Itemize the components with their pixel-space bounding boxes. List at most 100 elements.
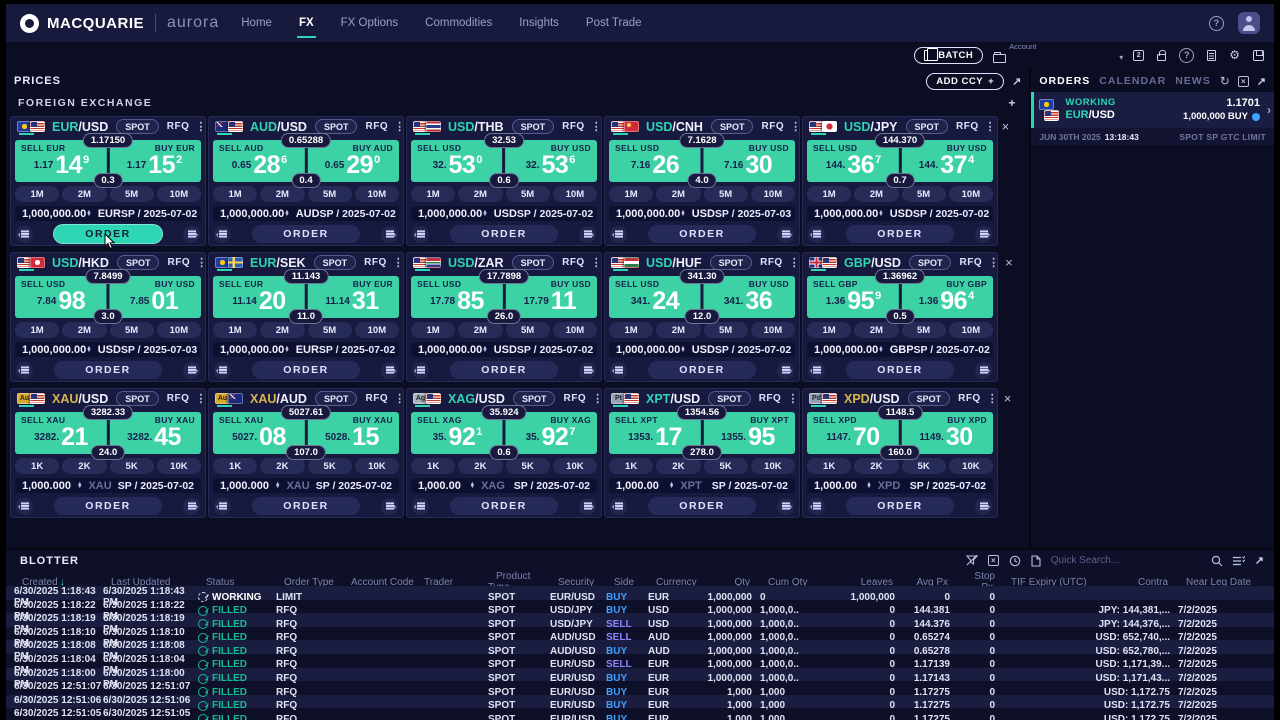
- tenor-button[interactable]: 10M: [355, 322, 399, 338]
- tenor-button[interactable]: 5K: [110, 458, 154, 474]
- kebab-menu-icon[interactable]: ⋮: [392, 392, 407, 405]
- settlement-date[interactable]: SP / 2025-07-02: [118, 480, 194, 492]
- tenor-button[interactable]: 1K: [213, 458, 257, 474]
- tenor-button[interactable]: 2K: [62, 458, 106, 474]
- add-ccy-button[interactable]: ADD CCY +: [926, 73, 1004, 90]
- rfq-button[interactable]: RFQ: [761, 121, 784, 132]
- order-button[interactable]: ORDER: [648, 361, 756, 379]
- tenor-button[interactable]: 2M: [62, 186, 106, 202]
- tenor-button[interactable]: 5M: [902, 322, 946, 338]
- tab-spot[interactable]: SPOT: [116, 119, 159, 134]
- user-avatar[interactable]: [1238, 12, 1260, 34]
- tenor-button[interactable]: 5M: [110, 322, 154, 338]
- tenor-button[interactable]: 5M: [110, 186, 154, 202]
- close-icon[interactable]: ×: [1004, 392, 1012, 405]
- add-tile-icon[interactable]: +: [1008, 96, 1015, 110]
- ccy-selector[interactable]: XPD: [878, 480, 901, 492]
- rfq-button[interactable]: RFQ: [759, 393, 782, 404]
- amount-stepper[interactable]: ▲▼: [284, 211, 289, 217]
- rfq-button[interactable]: RFQ: [167, 121, 190, 132]
- batch-button[interactable]: BATCH: [914, 47, 983, 64]
- orders-panel-tab[interactable]: ORDERS: [1039, 75, 1090, 87]
- tenor-button[interactable]: 10M: [553, 322, 597, 338]
- kebab-menu-icon[interactable]: ⋮: [788, 120, 803, 133]
- amount-input[interactable]: 1,000,000.00: [418, 208, 482, 220]
- search-icon[interactable]: [1211, 555, 1223, 567]
- amount-input[interactable]: 1,000,000.00: [22, 344, 86, 356]
- gear-icon[interactable]: ⚙: [1229, 49, 1240, 61]
- deposit-rates-icon[interactable]: ‹: [214, 362, 231, 379]
- kebab-menu-icon[interactable]: ⋮: [590, 392, 605, 405]
- amount-input[interactable]: 1,000.00: [418, 480, 461, 492]
- ccy-selector[interactable]: XPT: [680, 480, 701, 492]
- tenor-button[interactable]: 2K: [458, 458, 502, 474]
- tenor-button[interactable]: 10M: [157, 186, 201, 202]
- tenor-button[interactable]: 10K: [949, 458, 993, 474]
- amount-input[interactable]: 1,000.000: [22, 480, 71, 492]
- deposit-rates-icon[interactable]: ‹: [808, 226, 825, 243]
- tenor-button[interactable]: 2M: [854, 322, 898, 338]
- order-depth-icon[interactable]: ›: [381, 362, 398, 379]
- order-button[interactable]: ORDER: [252, 361, 360, 379]
- amount-stepper[interactable]: ▲▼: [669, 483, 674, 489]
- nav-item[interactable]: Home: [241, 4, 272, 42]
- order-depth-icon[interactable]: ›: [381, 498, 398, 515]
- expand-icon[interactable]: ↗: [1255, 554, 1264, 567]
- amount-input[interactable]: 1,000.00: [814, 480, 857, 492]
- amount-stepper[interactable]: ▲▼: [680, 211, 685, 217]
- order-depth-icon[interactable]: ›: [579, 362, 596, 379]
- tenor-button[interactable]: 10M: [949, 322, 993, 338]
- settlement-date[interactable]: SP / 2025-07-02: [514, 480, 590, 492]
- tab-spot[interactable]: SPOT: [906, 119, 949, 134]
- amount-stepper[interactable]: ▲▼: [77, 483, 82, 489]
- ccy-selector[interactable]: USD: [890, 208, 913, 220]
- tenor-button[interactable]: 2K: [854, 458, 898, 474]
- rfq-button[interactable]: RFQ: [365, 121, 388, 132]
- tab-spot[interactable]: SPOT: [513, 391, 556, 406]
- amount-input[interactable]: 1,000,000.00: [22, 208, 86, 220]
- tenor-button[interactable]: 5M: [308, 322, 352, 338]
- settlement-date[interactable]: SP / 2025-07-02: [517, 344, 593, 356]
- ccy-selector[interactable]: EUR: [296, 344, 319, 356]
- order-depth-icon[interactable]: ›: [777, 498, 794, 515]
- tenor-button[interactable]: 1M: [213, 186, 257, 202]
- quick-search-input[interactable]: [1051, 555, 1201, 566]
- kebab-menu-icon[interactable]: ⋮: [589, 120, 604, 133]
- kebab-menu-icon[interactable]: ⋮: [785, 392, 800, 405]
- filter-clear-icon[interactable]: [966, 555, 978, 566]
- amount-input[interactable]: 1,000,000.00: [418, 344, 482, 356]
- tenor-button[interactable]: 1M: [213, 322, 257, 338]
- order-depth-icon[interactable]: ›: [975, 226, 992, 243]
- tenor-button[interactable]: 5M: [308, 186, 352, 202]
- kebab-menu-icon[interactable]: ⋮: [193, 392, 208, 405]
- order-button[interactable]: ORDER: [54, 225, 162, 243]
- tenor-button[interactable]: 10K: [355, 458, 399, 474]
- amount-stepper[interactable]: ▲▼: [86, 211, 91, 217]
- tenor-button[interactable]: 2K: [260, 458, 304, 474]
- rfq-button[interactable]: RFQ: [760, 257, 783, 268]
- kebab-menu-icon[interactable]: ⋮: [985, 392, 1000, 405]
- order-button[interactable]: ORDER: [648, 225, 756, 243]
- tenor-button[interactable]: 10M: [751, 322, 795, 338]
- nav-item[interactable]: Insights: [519, 4, 559, 42]
- save-layout-icon[interactable]: [1253, 50, 1264, 61]
- tenor-button[interactable]: 5M: [506, 322, 550, 338]
- tenor-button[interactable]: 10M: [157, 322, 201, 338]
- deposit-rates-icon[interactable]: ‹: [808, 362, 825, 379]
- column-settings-icon[interactable]: [1233, 556, 1245, 566]
- deposit-rates-icon[interactable]: ‹: [610, 498, 627, 515]
- tab-spot[interactable]: SPOT: [314, 255, 357, 270]
- kebab-menu-icon[interactable]: ⋮: [589, 256, 604, 269]
- order-button[interactable]: ORDER: [450, 225, 558, 243]
- tenor-button[interactable]: 5M: [704, 322, 748, 338]
- accounts-badge-icon[interactable]: 2: [1133, 50, 1144, 61]
- amount-stepper[interactable]: ▲▼: [482, 347, 487, 353]
- tenor-button[interactable]: 5K: [902, 458, 946, 474]
- settlement-date[interactable]: SP / 2025-07-03: [121, 344, 197, 356]
- tenor-button[interactable]: 5M: [506, 186, 550, 202]
- tab-spot[interactable]: SPOT: [908, 391, 951, 406]
- rfq-button[interactable]: RFQ: [956, 121, 979, 132]
- tenor-button[interactable]: 1M: [807, 322, 851, 338]
- amount-stepper[interactable]: ▲▼: [470, 483, 475, 489]
- rfq-button[interactable]: RFQ: [562, 257, 585, 268]
